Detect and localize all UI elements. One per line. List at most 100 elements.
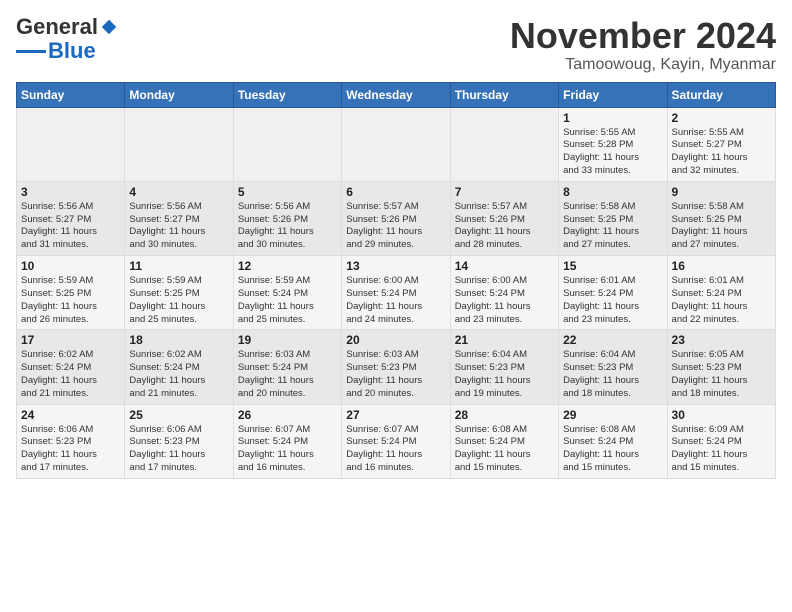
calendar-cell: 10 Sunrise: 5:59 AM Sunset: 5:25 PM Dayli… bbox=[17, 256, 125, 330]
day-info: Sunrise: 6:01 AM Sunset: 5:24 PM Dayligh… bbox=[672, 275, 771, 326]
day-info: Sunrise: 6:05 AM Sunset: 5:23 PM Dayligh… bbox=[672, 349, 771, 400]
calendar-cell: 17 Sunrise: 6:02 AM Sunset: 5:24 PM Dayli… bbox=[17, 330, 125, 404]
calendar-cell: 2 Sunrise: 5:55 AM Sunset: 5:27 PM Daylig… bbox=[667, 107, 775, 181]
calendar-week-row: 1 Sunrise: 5:55 AM Sunset: 5:28 PM Daylig… bbox=[17, 107, 776, 181]
calendar-cell: 25 Sunrise: 6:06 AM Sunset: 5:23 PM Dayli… bbox=[125, 404, 233, 478]
day-info: Sunrise: 6:02 AM Sunset: 5:24 PM Dayligh… bbox=[21, 349, 120, 400]
day-number: 17 bbox=[21, 333, 120, 347]
calendar-cell: 23 Sunrise: 6:05 AM Sunset: 5:23 PM Dayli… bbox=[667, 330, 775, 404]
calendar-cell: 26 Sunrise: 6:07 AM Sunset: 5:24 PM Dayli… bbox=[233, 404, 341, 478]
calendar-table: SundayMondayTuesdayWednesdayThursdayFrid… bbox=[16, 82, 776, 479]
calendar-cell: 21 Sunrise: 6:04 AM Sunset: 5:23 PM Dayli… bbox=[450, 330, 558, 404]
calendar-cell: 11 Sunrise: 5:59 AM Sunset: 5:25 PM Dayli… bbox=[125, 256, 233, 330]
day-info: Sunrise: 6:02 AM Sunset: 5:24 PM Dayligh… bbox=[129, 349, 228, 400]
day-info: Sunrise: 6:03 AM Sunset: 5:24 PM Dayligh… bbox=[238, 349, 337, 400]
day-info: Sunrise: 5:56 AM Sunset: 5:27 PM Dayligh… bbox=[21, 201, 120, 252]
location-title: Tamoowoug, Kayin, Myanmar bbox=[510, 56, 776, 74]
day-number: 30 bbox=[672, 408, 771, 422]
day-number: 1 bbox=[563, 111, 662, 125]
day-number: 23 bbox=[672, 333, 771, 347]
day-info: Sunrise: 5:55 AM Sunset: 5:27 PM Dayligh… bbox=[672, 127, 771, 178]
page-header: General Blue November 2024 Tamoowoug, Ka… bbox=[16, 16, 776, 74]
day-info: Sunrise: 5:55 AM Sunset: 5:28 PM Dayligh… bbox=[563, 127, 662, 178]
calendar-cell: 1 Sunrise: 5:55 AM Sunset: 5:28 PM Daylig… bbox=[559, 107, 667, 181]
day-number: 4 bbox=[129, 185, 228, 199]
calendar-week-row: 3Sunrise: 5:56 AM Sunset: 5:27 PM Daylig… bbox=[17, 181, 776, 255]
day-number: 21 bbox=[455, 333, 554, 347]
day-info: Sunrise: 6:08 AM Sunset: 5:24 PM Dayligh… bbox=[455, 424, 554, 475]
day-number: 24 bbox=[21, 408, 120, 422]
calendar-cell: 28 Sunrise: 6:08 AM Sunset: 5:24 PM Dayli… bbox=[450, 404, 558, 478]
day-number: 8 bbox=[563, 185, 662, 199]
calendar-week-row: 17 Sunrise: 6:02 AM Sunset: 5:24 PM Dayli… bbox=[17, 330, 776, 404]
day-number: 26 bbox=[238, 408, 337, 422]
day-info: Sunrise: 6:08 AM Sunset: 5:24 PM Dayligh… bbox=[563, 424, 662, 475]
day-number: 19 bbox=[238, 333, 337, 347]
day-info: Sunrise: 6:00 AM Sunset: 5:24 PM Dayligh… bbox=[455, 275, 554, 326]
logo-blue: Blue bbox=[48, 38, 96, 64]
day-info: Sunrise: 6:00 AM Sunset: 5:24 PM Dayligh… bbox=[346, 275, 445, 326]
day-info: Sunrise: 6:06 AM Sunset: 5:23 PM Dayligh… bbox=[21, 424, 120, 475]
calendar-cell: 4Sunrise: 5:56 AM Sunset: 5:27 PM Daylig… bbox=[125, 181, 233, 255]
day-number: 27 bbox=[346, 408, 445, 422]
day-number: 29 bbox=[563, 408, 662, 422]
weekday-header-saturday: Saturday bbox=[667, 82, 775, 107]
day-number: 12 bbox=[238, 259, 337, 273]
day-number: 14 bbox=[455, 259, 554, 273]
day-info: Sunrise: 6:03 AM Sunset: 5:23 PM Dayligh… bbox=[346, 349, 445, 400]
logo-general: General bbox=[16, 16, 98, 38]
day-info: Sunrise: 6:07 AM Sunset: 5:24 PM Dayligh… bbox=[346, 424, 445, 475]
calendar-cell: 6 Sunrise: 5:57 AM Sunset: 5:26 PM Daylig… bbox=[342, 181, 450, 255]
calendar-cell: 27 Sunrise: 6:07 AM Sunset: 5:24 PM Dayli… bbox=[342, 404, 450, 478]
calendar-week-row: 24 Sunrise: 6:06 AM Sunset: 5:23 PM Dayli… bbox=[17, 404, 776, 478]
day-info: Sunrise: 6:09 AM Sunset: 5:24 PM Dayligh… bbox=[672, 424, 771, 475]
calendar-cell: 16Sunrise: 6:01 AM Sunset: 5:24 PM Dayli… bbox=[667, 256, 775, 330]
day-info: Sunrise: 5:57 AM Sunset: 5:26 PM Dayligh… bbox=[346, 201, 445, 252]
calendar-cell: 8Sunrise: 5:58 AM Sunset: 5:25 PM Daylig… bbox=[559, 181, 667, 255]
day-number: 25 bbox=[129, 408, 228, 422]
calendar-cell: 7 Sunrise: 5:57 AM Sunset: 5:26 PM Daylig… bbox=[450, 181, 558, 255]
day-info: Sunrise: 5:59 AM Sunset: 5:25 PM Dayligh… bbox=[129, 275, 228, 326]
day-number: 28 bbox=[455, 408, 554, 422]
day-number: 22 bbox=[563, 333, 662, 347]
day-number: 11 bbox=[129, 259, 228, 273]
day-info: Sunrise: 6:06 AM Sunset: 5:23 PM Dayligh… bbox=[129, 424, 228, 475]
day-info: Sunrise: 6:01 AM Sunset: 5:24 PM Dayligh… bbox=[563, 275, 662, 326]
weekday-header-monday: Monday bbox=[125, 82, 233, 107]
day-info: Sunrise: 5:59 AM Sunset: 5:24 PM Dayligh… bbox=[238, 275, 337, 326]
calendar-cell: 22 Sunrise: 6:04 AM Sunset: 5:23 PM Dayli… bbox=[559, 330, 667, 404]
day-info: Sunrise: 6:07 AM Sunset: 5:24 PM Dayligh… bbox=[238, 424, 337, 475]
day-info: Sunrise: 6:04 AM Sunset: 5:23 PM Dayligh… bbox=[563, 349, 662, 400]
weekday-header-friday: Friday bbox=[559, 82, 667, 107]
calendar-cell bbox=[342, 107, 450, 181]
calendar-cell bbox=[17, 107, 125, 181]
calendar-cell: 29 Sunrise: 6:08 AM Sunset: 5:24 PM Dayli… bbox=[559, 404, 667, 478]
title-block: November 2024 Tamoowoug, Kayin, Myanmar bbox=[510, 16, 776, 74]
day-number: 18 bbox=[129, 333, 228, 347]
day-info: Sunrise: 6:04 AM Sunset: 5:23 PM Dayligh… bbox=[455, 349, 554, 400]
calendar-cell: 14 Sunrise: 6:00 AM Sunset: 5:24 PM Dayli… bbox=[450, 256, 558, 330]
day-number: 7 bbox=[455, 185, 554, 199]
weekday-header-thursday: Thursday bbox=[450, 82, 558, 107]
calendar-cell: 30 Sunrise: 6:09 AM Sunset: 5:24 PM Dayli… bbox=[667, 404, 775, 478]
calendar-cell: 15 Sunrise: 6:01 AM Sunset: 5:24 PM Dayli… bbox=[559, 256, 667, 330]
day-number: 13 bbox=[346, 259, 445, 273]
calendar-cell: 5Sunrise: 5:56 AM Sunset: 5:26 PM Daylig… bbox=[233, 181, 341, 255]
calendar-cell bbox=[125, 107, 233, 181]
weekday-header-tuesday: Tuesday bbox=[233, 82, 341, 107]
calendar-cell: 18 Sunrise: 6:02 AM Sunset: 5:24 PM Dayli… bbox=[125, 330, 233, 404]
day-number: 6 bbox=[346, 185, 445, 199]
day-number: 2 bbox=[672, 111, 771, 125]
day-info: Sunrise: 5:57 AM Sunset: 5:26 PM Dayligh… bbox=[455, 201, 554, 252]
day-number: 15 bbox=[563, 259, 662, 273]
calendar-cell: 20 Sunrise: 6:03 AM Sunset: 5:23 PM Dayli… bbox=[342, 330, 450, 404]
calendar-cell bbox=[233, 107, 341, 181]
day-number: 20 bbox=[346, 333, 445, 347]
calendar-cell bbox=[450, 107, 558, 181]
day-number: 9 bbox=[672, 185, 771, 199]
day-info: Sunrise: 5:56 AM Sunset: 5:26 PM Dayligh… bbox=[238, 201, 337, 252]
day-number: 10 bbox=[21, 259, 120, 273]
day-info: Sunrise: 5:59 AM Sunset: 5:25 PM Dayligh… bbox=[21, 275, 120, 326]
logo-icon bbox=[100, 18, 118, 36]
calendar-cell: 12 Sunrise: 5:59 AM Sunset: 5:24 PM Dayli… bbox=[233, 256, 341, 330]
